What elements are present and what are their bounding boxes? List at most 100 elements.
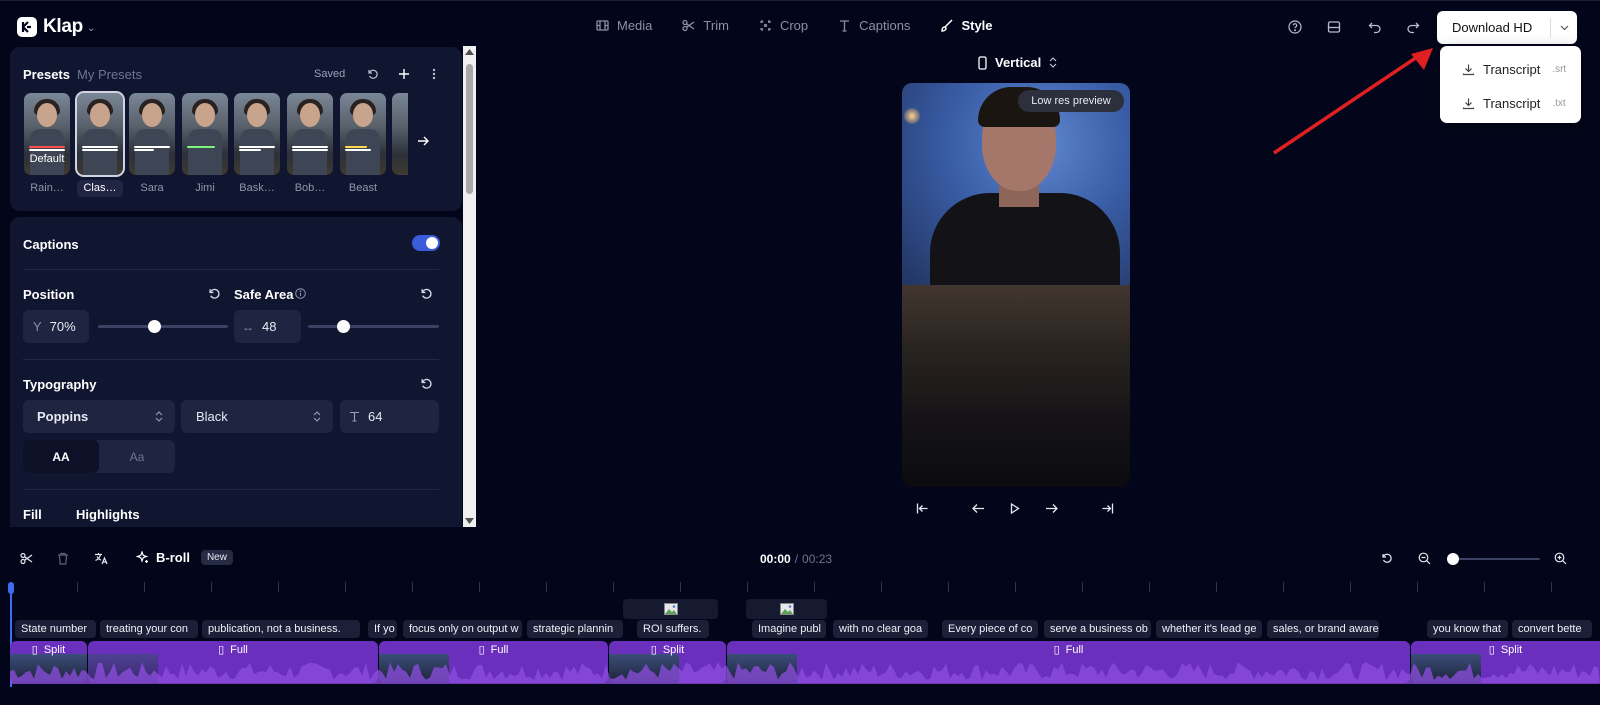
ruler-tick (1551, 582, 1552, 592)
add-preset-icon[interactable] (398, 68, 410, 80)
font-family-select[interactable]: Poppins (23, 400, 175, 433)
broll-image-chip[interactable] (746, 599, 827, 619)
caption-chip[interactable]: Every piece of co (942, 620, 1038, 638)
caption-chip[interactable]: focus only on output w (403, 620, 522, 638)
caption-chip[interactable]: ROI suffers. (637, 620, 709, 638)
reset-position-icon[interactable] (208, 287, 221, 300)
caption-chip[interactable]: whether it's lead ge (1156, 620, 1262, 638)
safe-area-slider-track[interactable] (308, 325, 439, 328)
trash-icon[interactable] (57, 552, 69, 565)
captions-panel (10, 217, 462, 527)
tab-captions[interactable]: Captions (838, 18, 910, 33)
app-logo[interactable]: Klap ⌄ (17, 16, 95, 38)
caption-chip[interactable]: sales, or brand aware (1267, 620, 1379, 638)
reset-icon[interactable] (367, 68, 379, 80)
clip-label: Full (230, 643, 248, 656)
reset-safe-area-icon[interactable] (420, 287, 433, 300)
step-forward-icon[interactable] (1045, 503, 1058, 514)
panel-scrollbar[interactable] (463, 46, 476, 527)
video-preview[interactable] (902, 83, 1130, 487)
phone-icon: ▯ (1488, 644, 1495, 656)
split-scissors-icon[interactable] (20, 552, 33, 565)
orientation-select[interactable]: Vertical (978, 55, 1057, 70)
tab-media[interactable]: Media (596, 18, 652, 33)
arrows-horizontal-icon: ↔ (242, 319, 254, 334)
tab-fill[interactable]: Fill (23, 507, 42, 522)
undo-icon[interactable] (1368, 20, 1384, 36)
reset-zoom-icon[interactable] (1381, 552, 1393, 564)
scrollbar-thumb[interactable] (466, 64, 473, 194)
font-size-value: 64 (368, 409, 383, 424)
broll-label: B-roll (156, 550, 190, 565)
menu-item-transcript-txt[interactable]: Transcript .txt (1440, 86, 1581, 120)
position-slider-track[interactable] (98, 325, 228, 328)
skip-end-icon[interactable] (1101, 502, 1114, 515)
phone-icon (978, 55, 987, 70)
text-size-icon (350, 411, 359, 422)
download-hd-button[interactable]: Download HD (1437, 11, 1577, 44)
ruler-tick (747, 582, 748, 592)
step-back-icon[interactable] (972, 503, 985, 514)
preset-thumb-jimi[interactable] (182, 93, 228, 175)
caption-chip[interactable]: serve a business ob (1044, 620, 1151, 638)
font-size-input[interactable]: 64 (340, 400, 439, 433)
tab-my-presets[interactable]: My Presets (77, 67, 142, 82)
chevron-down-icon: ⌄ (86, 23, 96, 34)
preset-thumb-classic[interactable] (75, 91, 125, 177)
main-nav: Media Trim Crop Captions Style (596, 18, 1023, 33)
preset-thumb-bob[interactable] (287, 93, 333, 175)
scroll-down-icon[interactable] (465, 518, 474, 524)
caption-chip[interactable]: treating your con (100, 620, 198, 638)
zoom-slider-track[interactable] (1450, 558, 1540, 560)
ruler-tick (1283, 582, 1284, 592)
caption-chip[interactable]: State number (15, 620, 96, 638)
position-y-input[interactable]: Y 70% (23, 310, 89, 343)
ruler-tick (479, 582, 480, 592)
translate-icon[interactable] (94, 552, 108, 565)
case-upper-option[interactable]: AA (23, 440, 99, 473)
arrow-right-icon[interactable] (417, 136, 429, 146)
more-options-icon[interactable] (432, 68, 436, 80)
tab-crop[interactable]: Crop (759, 18, 808, 33)
preset-thumb-sara[interactable] (129, 93, 175, 175)
info-icon[interactable] (295, 288, 306, 299)
preset-thumb-partial[interactable] (392, 93, 408, 175)
caption-chip[interactable]: with no clear goa (833, 620, 928, 638)
caption-chip[interactable]: you know that (1427, 620, 1508, 638)
preset-thumb-basket[interactable] (234, 93, 280, 175)
caption-chip[interactable]: If yo (368, 620, 397, 638)
chevron-down-icon[interactable] (1551, 25, 1577, 31)
zoom-in-icon[interactable] (1554, 552, 1567, 565)
redo-icon[interactable] (1406, 20, 1422, 36)
preset-thumb-beast[interactable] (340, 93, 386, 175)
caption-chip[interactable]: convert bette (1512, 620, 1592, 638)
caption-chip[interactable]: strategic plannin (527, 620, 623, 638)
ruler-tick (1484, 582, 1485, 592)
captions-toggle[interactable] (412, 235, 440, 251)
reset-typography-icon[interactable] (420, 377, 433, 390)
caption-chip[interactable]: publication, not a business. (202, 620, 360, 638)
broll-image-chip[interactable] (623, 599, 718, 619)
red-arrow-annotation (1273, 48, 1433, 155)
tab-presets[interactable]: Presets (23, 67, 70, 82)
menu-item-transcript-srt[interactable]: Transcript .srt (1440, 52, 1581, 86)
new-badge: New (200, 550, 233, 565)
text-icon (840, 20, 850, 32)
layout-icon[interactable] (1327, 20, 1343, 36)
menu-item-label: Transcript (1483, 61, 1541, 77)
tab-style[interactable]: Style (940, 18, 993, 33)
play-icon[interactable] (1010, 503, 1020, 514)
safe-area-input[interactable]: ↔ 48 (234, 310, 301, 343)
font-weight-select[interactable]: Black (181, 400, 333, 433)
safe-area-slider-knob[interactable] (336, 320, 350, 333)
broll-button[interactable]: B-roll New (136, 550, 233, 565)
help-icon[interactable] (1288, 20, 1304, 36)
case-title-option[interactable]: Aa (99, 440, 175, 473)
scroll-up-icon[interactable] (465, 49, 474, 55)
skip-start-icon[interactable] (916, 502, 929, 515)
zoom-slider-knob[interactable] (1447, 553, 1459, 565)
zoom-out-icon[interactable] (1418, 552, 1431, 565)
tab-trim[interactable]: Trim (682, 18, 729, 33)
caption-chip[interactable]: Imagine publ (752, 620, 826, 638)
tab-highlights[interactable]: Highlights (76, 507, 140, 522)
